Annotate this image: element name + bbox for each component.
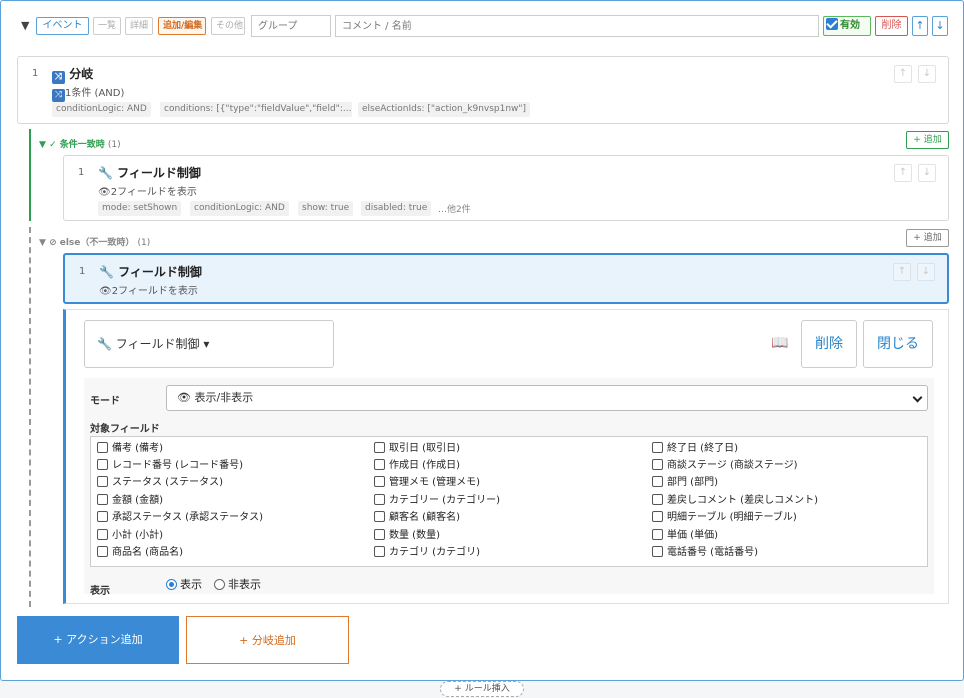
else-section-label[interactable]: ▼ ⊘ else（不一致時） (1) (39, 235, 150, 248)
field-checkbox[interactable]: 差戻しコメント (差戻しコメント) (652, 494, 818, 508)
else-add-button[interactable]: + 追加 (906, 229, 949, 247)
field-checkbox[interactable]: 承認ステータス (承認ステータス) (97, 511, 263, 525)
wrench-icon: 🔧 (98, 166, 113, 180)
field-checkbox[interactable]: レコード番号 (レコード番号) (97, 459, 243, 473)
enabled-label: 有効 (840, 20, 860, 31)
action-editor: 🔧 フィールド制御 ▾ 📖 削除 閉じる モード 👁 表示/非表示 対象フィール… (63, 309, 949, 604)
match-section-line (29, 129, 31, 221)
wrench-icon: 🔧 (99, 265, 114, 279)
more-pills[interactable]: …他2件 (438, 202, 471, 215)
card-up-arrow-icon[interactable]: ↑ (894, 164, 912, 182)
wrench-icon: 🔧 (97, 337, 112, 351)
field-checkbox[interactable]: 小計 (小計) (97, 529, 163, 543)
checkbox-checked-icon (826, 18, 838, 30)
field-checkbox[interactable]: ステータス (ステータス) (97, 476, 223, 490)
action-pill: show: true (298, 201, 354, 216)
mode-select[interactable]: 👁 表示/非表示 (166, 385, 928, 411)
insert-rule-button[interactable]: + ルール挿入 (440, 681, 524, 697)
tag-other[interactable]: その他 (211, 17, 245, 35)
card-down-arrow-icon[interactable]: ↓ (918, 164, 936, 182)
delete-rule-button[interactable]: 削除 (875, 16, 908, 36)
eye-icon: 👁 (99, 286, 112, 297)
branch-pill: conditionLogic: AND (52, 102, 151, 117)
else-action-card-selected[interactable]: 1 🔧 フィールド制御 👁2フィールドを表示 ↑ ↓ (63, 253, 949, 304)
field-checkbox[interactable]: 管理メモ (管理メモ) (374, 476, 480, 490)
add-action-button[interactable]: + アクション追加 (17, 616, 179, 664)
field-checkbox[interactable]: 数量 (数量) (374, 529, 440, 543)
branch-pill: elseActionIds: ["action_k9nvsp1nw"] (358, 102, 531, 117)
add-branch-button[interactable]: + 分岐追加 (186, 616, 349, 664)
editor-close-button[interactable]: 閉じる (863, 320, 933, 368)
fields-checklist: 備考 (備考) レコード番号 (レコード番号) ステータス (ステータス) 金額… (90, 436, 928, 567)
field-checkbox[interactable]: 取引日 (取引日) (374, 442, 460, 456)
rule-panel: ▼ イベント 一覧 詳細 追加/編集 その他 有効 削除 ↑ ↓ 1 ⤨ 分岐 … (0, 0, 964, 681)
field-checkbox[interactable]: 商談ステージ (商談ステージ) (652, 459, 798, 473)
shuffle-icon: ⤨ (52, 89, 65, 102)
field-checkbox[interactable]: 終了日 (終了日) (652, 442, 738, 456)
branch-subtitle: ⤨ 1条件 (AND) (52, 84, 124, 102)
field-checkbox[interactable]: 備考 (備考) (97, 442, 163, 456)
rule-header: ▼ イベント 一覧 詳細 追加/編集 その他 有効 削除 ↑ ↓ (1, 15, 963, 39)
card-down-arrow-icon[interactable]: ↓ (917, 263, 935, 281)
else-section-line (29, 227, 31, 607)
action-number: 1 (79, 266, 86, 277)
field-checkbox[interactable]: カテゴリ (カテゴリ) (374, 546, 480, 560)
display-label: 表示 (90, 586, 110, 597)
caret-down-icon: ▾ (203, 337, 210, 351)
field-checkbox[interactable]: 単価 (単価) (652, 529, 718, 543)
action-subtitle: 👁2フィールドを表示 (98, 187, 197, 198)
action-pill: conditionLogic: AND (190, 201, 289, 216)
comment-input[interactable] (335, 15, 819, 37)
radio-empty-icon (214, 579, 225, 590)
action-title: 🔧 フィールド制御 (98, 166, 201, 180)
collapse-toggle-icon[interactable]: ▼ (21, 19, 29, 32)
chevron-down-icon (912, 392, 923, 403)
card-up-arrow-icon[interactable]: ↑ (893, 263, 911, 281)
editor-form: モード 👁 表示/非表示 対象フィールド 備考 (備考) レコード番号 (レコー… (84, 378, 934, 597)
eye-icon: 👁 (177, 391, 191, 404)
card-down-arrow-icon[interactable]: ↓ (918, 65, 936, 83)
tag-add-edit[interactable]: 追加/編集 (158, 17, 206, 35)
action-pill: disabled: true (361, 201, 432, 216)
field-checkbox[interactable]: 商品名 (商品名) (97, 546, 183, 560)
field-checkbox[interactable]: 明細テーブル (明細テーブル) (652, 511, 797, 525)
tag-detail[interactable]: 詳細 (125, 17, 153, 35)
match-section-label[interactable]: ▼ ✓ 条件一致時 (1) (39, 137, 121, 150)
radio-hide[interactable]: 非表示 (214, 578, 261, 592)
enabled-toggle[interactable]: 有効 (823, 16, 871, 36)
field-checkbox[interactable]: 金額 (金額) (97, 494, 163, 508)
branch-number: 1 (32, 68, 39, 79)
editor-delete-button[interactable]: 削除 (801, 320, 857, 368)
radio-selected-icon (166, 579, 177, 590)
tag-event[interactable]: イベント (36, 17, 89, 35)
card-up-arrow-icon[interactable]: ↑ (894, 65, 912, 83)
fields-label: 対象フィールド (90, 424, 160, 435)
match-action-card[interactable]: 1 🔧 フィールド制御 👁2フィールドを表示 mode: setShown co… (63, 155, 949, 221)
match-add-button[interactable]: + 追加 (906, 131, 949, 149)
action-pill: mode: setShown (98, 201, 182, 216)
book-icon[interactable]: 📖 (771, 335, 788, 351)
move-up-button[interactable]: ↑ (912, 16, 928, 36)
field-checkbox[interactable]: カテゴリー (カテゴリー) (374, 494, 500, 508)
field-checkbox[interactable]: 部門 (部門) (652, 476, 718, 490)
action-title: 🔧 フィールド制御 (99, 265, 202, 279)
action-type-dropdown[interactable]: 🔧 フィールド制御 ▾ (84, 320, 334, 368)
group-input[interactable] (251, 15, 331, 37)
mode-label: モード (90, 396, 120, 407)
eye-icon: 👁 (98, 187, 111, 198)
branch-card[interactable]: 1 ⤨ 分岐 ⤨ 1条件 (AND) conditionLogic: AND co… (17, 56, 949, 124)
move-down-button[interactable]: ↓ (932, 16, 948, 36)
field-checkbox[interactable]: 作成日 (作成日) (374, 459, 460, 473)
action-number: 1 (78, 167, 85, 178)
radio-show[interactable]: 表示 (166, 578, 202, 592)
field-checkbox[interactable]: 顧客名 (顧客名) (374, 511, 460, 525)
field-checkbox[interactable]: 電話番号 (電話番号) (652, 546, 758, 560)
tag-list[interactable]: 一覧 (93, 17, 121, 35)
branch-pill: conditions: [{"type":"fieldValue","field… (160, 102, 352, 117)
branch-title: ⤨ 分岐 (52, 65, 93, 84)
shuffle-icon: ⤨ (52, 71, 65, 84)
action-subtitle: 👁2フィールドを表示 (99, 286, 198, 297)
